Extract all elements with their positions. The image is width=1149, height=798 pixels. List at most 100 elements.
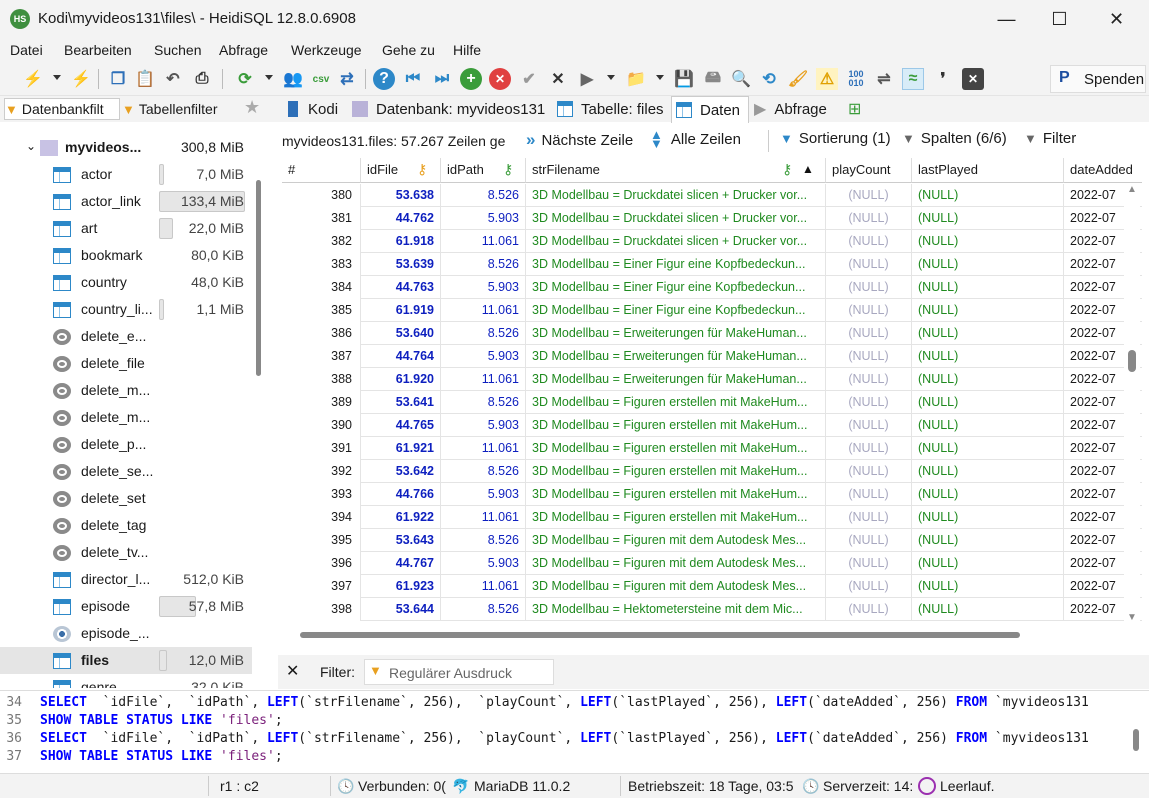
cancel-icon[interactable]: ✕ (547, 68, 569, 90)
cell-idpath[interactable]: 11.061 (441, 230, 526, 253)
table-row[interactable]: 391 61.921 11.061 3D Modellbau = Figuren er… (282, 437, 1142, 460)
search-icon[interactable]: 🔍 (730, 68, 752, 90)
connect-icon[interactable]: ⚡ (22, 68, 44, 90)
sorting-button[interactable]: ▼ Sortierung (1) (780, 130, 891, 147)
first-icon[interactable]: ⏮ (402, 68, 424, 90)
filter-input[interactable]: ▼ Regulärer Ausdruck (364, 659, 554, 685)
menu-gehe-zu[interactable]: Gehe zu (382, 42, 435, 58)
print-icon[interactable]: ⎙ (191, 68, 213, 90)
wrap-icon[interactable]: ⇌ (873, 68, 895, 90)
cell-lastplayed[interactable]: (NULL) (912, 207, 1064, 230)
cell-idpath[interactable]: 8.526 (441, 253, 526, 276)
cell-rownum[interactable]: 395 (282, 529, 361, 552)
tree-item-trigger[interactable]: delete_p... (0, 431, 252, 458)
tree-item-trigger[interactable]: delete_m... (0, 377, 252, 404)
cell-idfile[interactable]: 53.639 (361, 253, 441, 276)
cell-strfilename[interactable]: 3D Modellbau = Erweiterungen für MakeHum… (526, 345, 826, 368)
tree-item-table[interactable]: genre 32,0 KiB (0, 674, 252, 688)
cell-idpath[interactable]: 8.526 (441, 391, 526, 414)
cell-lastplayed[interactable]: (NULL) (912, 437, 1064, 460)
cell-strfilename[interactable]: 3D Modellbau = Figuren erstellen mit Mak… (526, 460, 826, 483)
chevron-down-icon[interactable]: ⌄ (26, 139, 36, 153)
cell-idpath[interactable]: 8.526 (441, 460, 526, 483)
tab-database-filter[interactable]: ▼ Datenbankfilt (4, 98, 120, 120)
cell-strfilename[interactable]: 3D Modellbau = Druckdatei slicen + Druck… (526, 230, 826, 253)
tree-item-table[interactable]: director_l... 512,0 KiB (0, 566, 252, 593)
cell-lastplayed[interactable]: (NULL) (912, 598, 1064, 621)
next-row-button[interactable]: » Nächste Zeile (526, 130, 633, 150)
cell-lastplayed[interactable]: (NULL) (912, 460, 1064, 483)
cell-rownum[interactable]: 398 (282, 598, 361, 621)
cell-lastplayed[interactable]: (NULL) (912, 483, 1064, 506)
cell-rownum[interactable]: 381 (282, 207, 361, 230)
table-row[interactable]: 381 44.762 5.903 3D Modellbau = Druckdatei … (282, 207, 1142, 230)
cell-playcount[interactable]: (NULL) (826, 368, 912, 391)
table-row[interactable]: 395 53.643 8.526 3D Modellbau = Figuren mit… (282, 529, 1142, 552)
tree-item-table[interactable]: art 22,0 MiB (0, 215, 252, 242)
menu-werkzeuge[interactable]: Werkzeuge (291, 42, 362, 58)
maximize-button[interactable]: ☐ (1033, 0, 1086, 38)
table-row[interactable]: 397 61.923 11.061 3D Modellbau = Figuren mi… (282, 575, 1142, 598)
cell-lastplayed[interactable]: (NULL) (912, 575, 1064, 598)
cell-idfile[interactable]: 53.638 (361, 184, 441, 207)
help-icon[interactable]: ? (373, 68, 395, 90)
cell-playcount[interactable]: (NULL) (826, 299, 912, 322)
new-query-tab-icon[interactable]: ⊞ (848, 96, 861, 122)
column-header-dateadded[interactable]: dateAdded (1064, 158, 1142, 183)
table-row[interactable]: 394 61.922 11.061 3D Modellbau = Figuren er… (282, 506, 1142, 529)
cell-idfile[interactable]: 53.640 (361, 322, 441, 345)
save-as-icon[interactable]: 🖴 (702, 68, 724, 90)
tree-item-trigger[interactable]: delete_file (0, 350, 252, 377)
cell-playcount[interactable]: (NULL) (826, 322, 912, 345)
table-row[interactable]: 389 53.641 8.526 3D Modellbau = Figuren ers… (282, 391, 1142, 414)
data-grid[interactable]: # idFile ⚷ idPath ⚷ strFilename ⚷ ▲ play… (282, 158, 1142, 628)
menu-bearbeiten[interactable]: Bearbeiten (64, 42, 132, 58)
refresh-dropdown-icon[interactable] (265, 75, 273, 80)
tree-item-trigger[interactable]: delete_set (0, 485, 252, 512)
close-button[interactable]: ✕ (1090, 0, 1143, 38)
menu-datei[interactable]: Datei (10, 42, 43, 58)
cell-rownum[interactable]: 380 (282, 184, 361, 207)
cell-lastplayed[interactable]: (NULL) (912, 391, 1064, 414)
cell-playcount[interactable]: (NULL) (826, 253, 912, 276)
connect-dropdown-icon[interactable] (53, 75, 61, 80)
cell-strfilename[interactable]: 3D Modellbau = Erweiterungen für MakeHum… (526, 322, 826, 345)
undo-icon[interactable]: ↶ (162, 68, 184, 90)
user-manager-icon[interactable]: 👥 (282, 68, 304, 90)
table-row[interactable]: 398 53.644 8.526 3D Modellbau = Hektometers… (282, 598, 1142, 621)
paste-icon[interactable]: 📋 (134, 68, 156, 90)
column-header-rownum[interactable]: # (282, 158, 361, 183)
warning-icon[interactable]: ⚠ (816, 68, 838, 90)
save-icon[interactable]: 💾 (673, 68, 695, 90)
tab-table[interactable]: Tabelle: files (557, 96, 664, 122)
scroll-thumb[interactable] (1128, 350, 1136, 372)
tab-query[interactable]: ▶ Abfrage (754, 96, 827, 122)
cell-playcount[interactable]: (NULL) (826, 437, 912, 460)
cell-idfile[interactable]: 53.644 (361, 598, 441, 621)
sync-icon[interactable]: ⇄ (336, 68, 358, 90)
cell-strfilename[interactable]: 3D Modellbau = Einer Figur eine Kopfbede… (526, 276, 826, 299)
cell-rownum[interactable]: 385 (282, 299, 361, 322)
cell-idfile[interactable]: 53.642 (361, 460, 441, 483)
table-row[interactable]: 388 61.920 11.061 3D Modellbau = Erweiterun… (282, 368, 1142, 391)
cell-strfilename[interactable]: 3D Modellbau = Figuren mit dem Autodesk … (526, 552, 826, 575)
cell-rownum[interactable]: 393 (282, 483, 361, 506)
cell-rownum[interactable]: 396 (282, 552, 361, 575)
tree-item-view[interactable]: episode_... (0, 620, 252, 647)
tab-database[interactable]: Datenbank: myvideos131 (352, 96, 545, 122)
cell-playcount[interactable]: (NULL) (826, 345, 912, 368)
tab-table-filter[interactable]: ▼ Tabellenfilter (122, 98, 236, 120)
cell-rownum[interactable]: 387 (282, 345, 361, 368)
cell-idpath[interactable]: 11.061 (441, 299, 526, 322)
cell-idfile[interactable]: 61.922 (361, 506, 441, 529)
cell-lastplayed[interactable]: (NULL) (912, 322, 1064, 345)
cell-idfile[interactable]: 44.764 (361, 345, 441, 368)
cell-rownum[interactable]: 392 (282, 460, 361, 483)
column-header-idpath[interactable]: idPath ⚷ (441, 158, 526, 183)
cell-strfilename[interactable]: 3D Modellbau = Einer Figur eine Kopfbede… (526, 299, 826, 322)
menu-hilfe[interactable]: Hilfe (453, 42, 481, 58)
tree-item-trigger[interactable]: delete_m... (0, 404, 252, 431)
column-header-lastplayed[interactable]: lastPlayed (912, 158, 1064, 183)
cell-idfile[interactable]: 61.923 (361, 575, 441, 598)
cell-idfile[interactable]: 44.765 (361, 414, 441, 437)
